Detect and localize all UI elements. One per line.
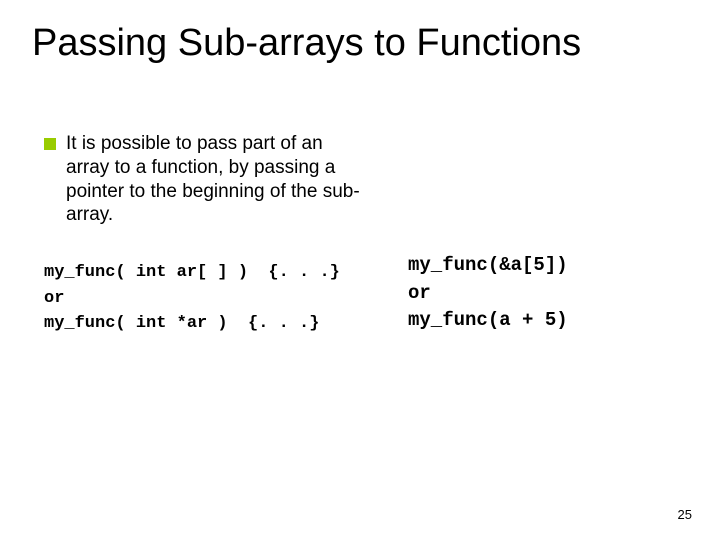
slide-title: Passing Sub-arrays to Functions xyxy=(32,22,688,65)
bullet-text: It is possible to pass part of an array … xyxy=(66,132,364,227)
code-block-declarations: my_func( int ar[ ] ) {. . .} or my_func(… xyxy=(44,260,384,337)
page-number: 25 xyxy=(678,507,692,522)
code-block-calls: my_func(&a[5]) or my_func(a + 5) xyxy=(408,252,688,335)
slide: Passing Sub-arrays to Functions It is po… xyxy=(0,0,720,540)
bullet-item: It is possible to pass part of an array … xyxy=(44,132,364,227)
bullet-icon xyxy=(44,138,56,150)
bullet-block: It is possible to pass part of an array … xyxy=(44,132,364,227)
